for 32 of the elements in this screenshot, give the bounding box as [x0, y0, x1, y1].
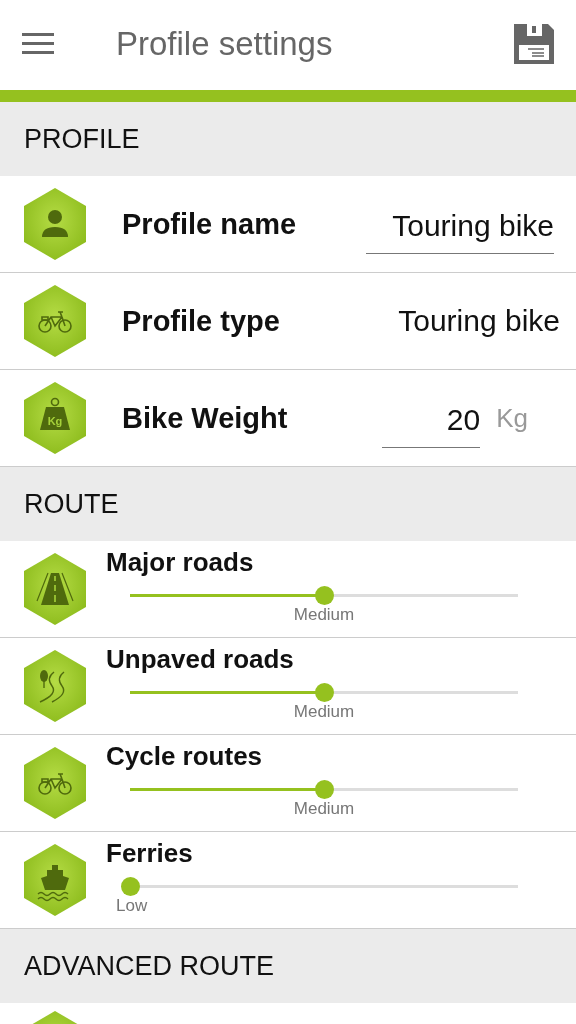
- slider-thumb[interactable]: [314, 586, 334, 605]
- slider-thumb[interactable]: [314, 683, 334, 702]
- slider-label: Unpaved roads: [106, 644, 295, 675]
- profile-type-value[interactable]: Touring bike: [398, 304, 560, 338]
- menu-icon[interactable]: [22, 33, 54, 55]
- field-label: Profile type: [122, 304, 281, 338]
- section-header: PROFILE: [0, 102, 576, 176]
- slider-thumb[interactable]: [314, 780, 334, 799]
- slider-label: Ferries: [106, 838, 194, 869]
- weight-icon: Kg: [24, 382, 86, 454]
- slider-label: Cycle routes: [106, 741, 264, 772]
- person-icon: [24, 188, 86, 260]
- save-icon[interactable]: [514, 24, 554, 64]
- bike-icon: [24, 285, 86, 357]
- unit-label: Kg: [496, 402, 528, 434]
- slider-reading: Medium: [293, 605, 355, 625]
- slider-label: Major roads: [106, 547, 255, 578]
- field-label: Bike Weight: [122, 401, 289, 435]
- section-header: ROUTE: [0, 467, 576, 541]
- app-bar-title: Profile settings: [116, 25, 334, 63]
- slider-reading: Medium: [293, 799, 355, 819]
- ferry-icon: [24, 844, 86, 916]
- name-input-field[interactable]: Touring bike: [366, 208, 554, 254]
- road-icon: [24, 553, 86, 625]
- weight-input-field[interactable]: 20: [382, 402, 481, 448]
- slider-reading: Medium: [293, 702, 355, 722]
- field-label: Profile name: [122, 207, 298, 241]
- trail-icon: [24, 650, 86, 722]
- slider-thumb[interactable]: [120, 877, 140, 896]
- bike-icon: [24, 747, 86, 819]
- slider-reading: Low: [116, 896, 148, 916]
- section-header: ADVANCED ROUTE: [0, 929, 576, 1003]
